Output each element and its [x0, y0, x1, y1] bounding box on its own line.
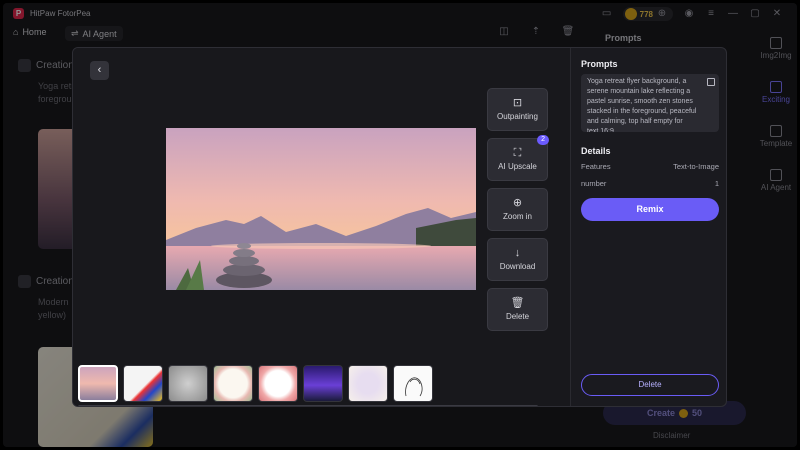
tool-label: Zoom in: [503, 212, 532, 221]
thumbnail[interactable]: [123, 365, 163, 402]
thumbnail-strip: [78, 365, 433, 402]
upscale-icon: ⛶: [513, 147, 522, 159]
delete-tool-button[interactable]: 🗑 Delete: [487, 288, 548, 331]
copy-icon[interactable]: [707, 78, 715, 86]
tool-label: Download: [499, 262, 536, 271]
thumbnail[interactable]: [258, 365, 298, 402]
zoom-in-icon: ⊕: [512, 197, 523, 209]
image-viewer: ‹ ⊡ Outpainting 2 ⛶ AI Upscale ⊕ Zoom in…: [73, 48, 570, 406]
prompts-title: Prompts: [581, 59, 618, 69]
detail-key: number: [581, 179, 607, 188]
outpainting-icon: ⊡: [512, 97, 523, 109]
thumbnail[interactable]: [213, 365, 253, 402]
remix-button[interactable]: Remix: [581, 198, 719, 221]
app-window: P HitPaw FotorPea ▭ 778 ⊕ ◉ ≡ — ▢ ✕ ⌂ Ho…: [3, 3, 797, 447]
details-panel: Prompts Yoga retreat flyer background, a…: [570, 48, 726, 406]
detail-row-number: number 1: [581, 179, 719, 188]
upscale-badge: 2: [537, 135, 549, 145]
download-icon: ↓: [514, 247, 521, 259]
ai-upscale-button[interactable]: 2 ⛶ AI Upscale: [487, 135, 549, 181]
delete-button[interactable]: Delete: [581, 374, 719, 396]
thumbnail[interactable]: [168, 365, 208, 402]
detail-value: Text-to-Image: [673, 162, 719, 171]
thumbnail-scrollbar[interactable]: [78, 405, 538, 406]
back-button[interactable]: ‹: [90, 61, 109, 80]
prompt-text: Yoga retreat flyer background, a serene …: [587, 78, 697, 132]
outpainting-button[interactable]: ⊡ Outpainting: [487, 88, 548, 131]
image-detail-modal: ‹ ⊡ Outpainting 2 ⛶ AI Upscale ⊕ Zoom in…: [72, 47, 727, 407]
tool-label: Outpainting: [497, 112, 538, 121]
detail-row-features: Features Text-to-Image: [581, 162, 719, 171]
trash-icon: 🗑: [510, 297, 525, 309]
thumbnail[interactable]: [393, 365, 433, 402]
prompt-text-box[interactable]: Yoga retreat flyer background, a serene …: [581, 74, 719, 132]
thumbnail[interactable]: [348, 365, 388, 402]
thumbnail[interactable]: [303, 365, 343, 402]
tool-column: ⊡ Outpainting 2 ⛶ AI Upscale ⊕ Zoom in ↓…: [487, 88, 549, 338]
details-title: Details: [581, 146, 611, 156]
landscape-image: [166, 128, 476, 290]
detail-value: 1: [714, 179, 719, 188]
tool-label: AI Upscale: [498, 162, 537, 171]
detail-key: Features: [581, 162, 611, 171]
download-button[interactable]: ↓ Download: [487, 238, 548, 281]
zoom-in-button[interactable]: ⊕ Zoom in: [487, 188, 548, 231]
tool-label: Delete: [505, 312, 530, 321]
line-art-image: [405, 377, 423, 397]
generated-image[interactable]: [166, 128, 476, 290]
thumbnail[interactable]: [78, 365, 118, 402]
